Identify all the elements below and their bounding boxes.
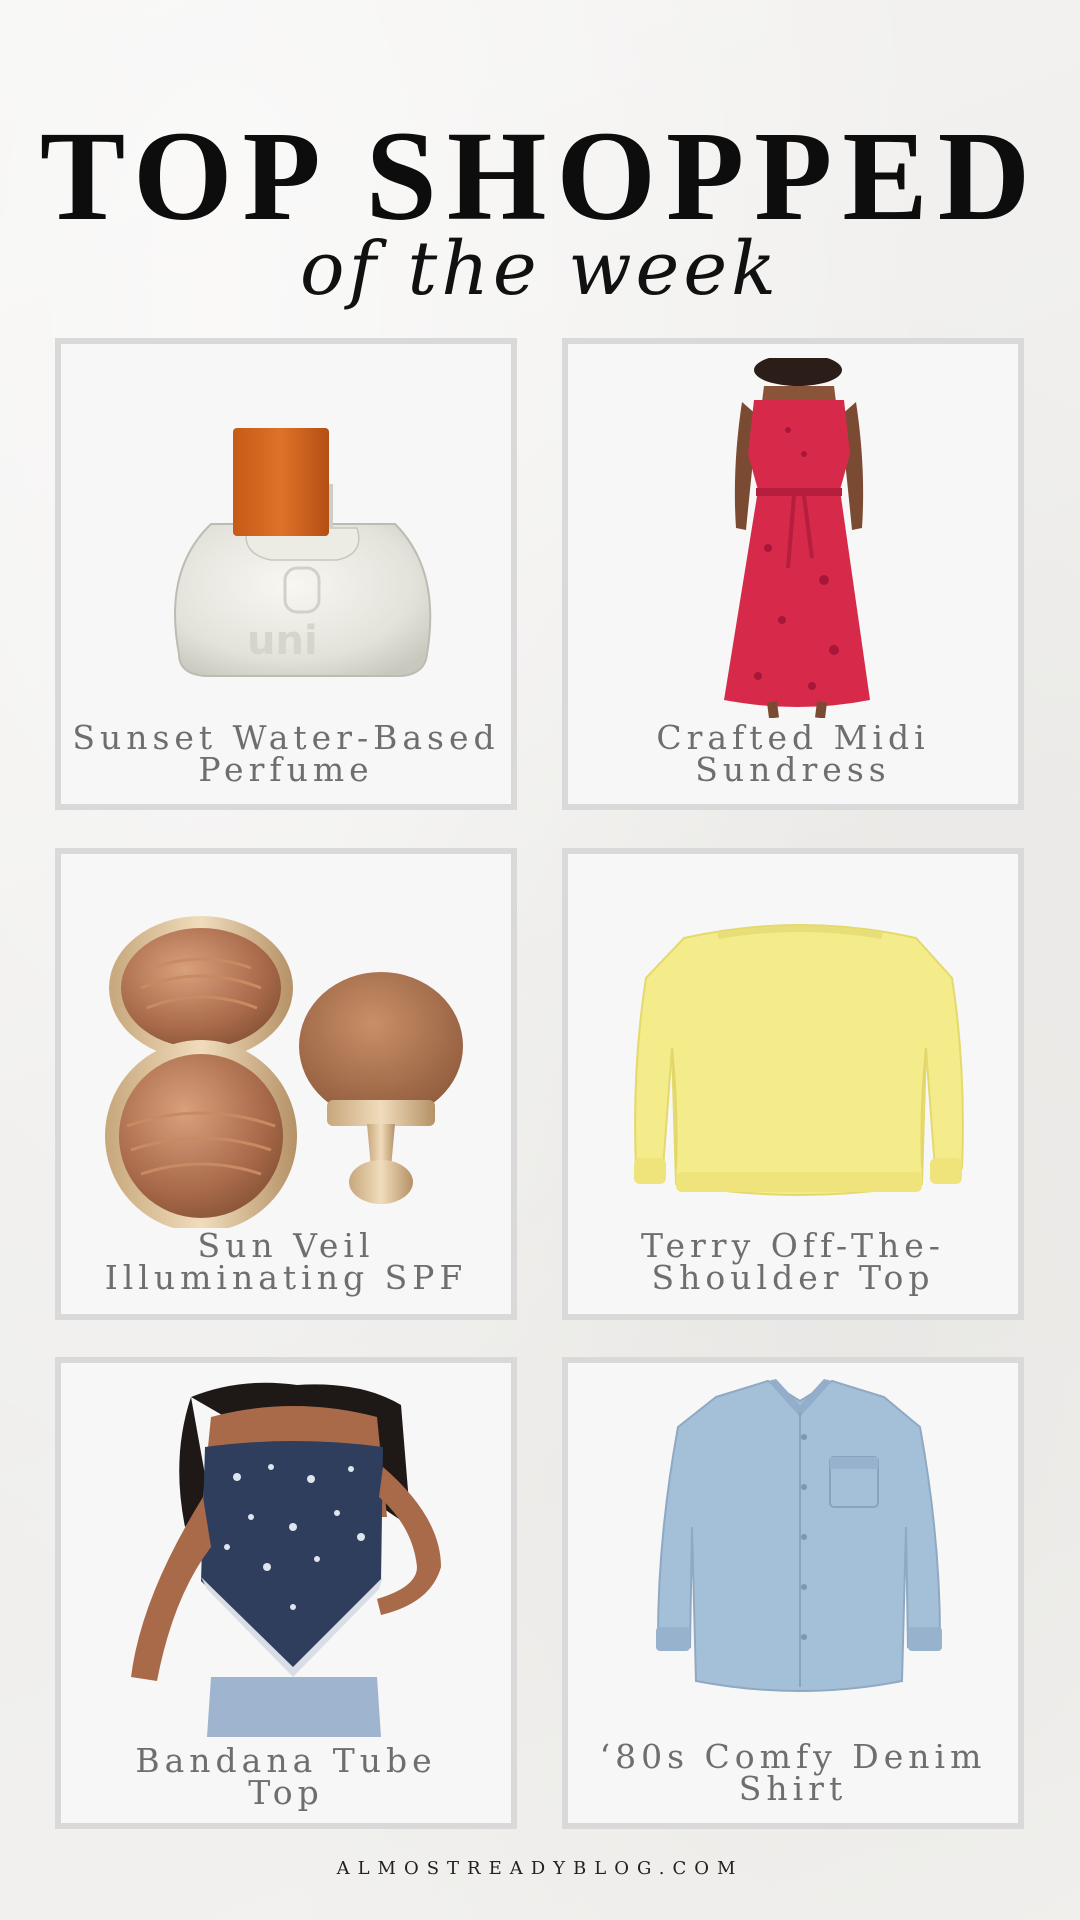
perfume-bottle-image: uni xyxy=(174,428,432,677)
product-card-bronzer[interactable]: Sun Veil Illuminating SPF xyxy=(55,848,517,1320)
yellow-sweatshirt-image xyxy=(634,924,964,1196)
red-sundress-image xyxy=(724,358,870,718)
page-subtitle: of the week xyxy=(300,226,780,312)
product-card-yellow-top[interactable]: Terry Off-The- Shoulder Top xyxy=(562,848,1024,1320)
product-card-perfume[interactable]: uni Sunset Water-Based Perfume xyxy=(55,338,517,810)
product-label[interactable]: Sun Veil Illuminating SPF xyxy=(61,1229,511,1294)
product-card-bandana-top[interactable]: Bandana Tube Top xyxy=(55,1357,517,1829)
blog-url[interactable]: ALMOSTREADYBLOG.COM xyxy=(0,1858,1080,1879)
bandana-tube-top-image xyxy=(131,1382,441,1737)
bronzer-compact-and-brush-image xyxy=(105,916,463,1228)
svg-text:uni: uni xyxy=(247,618,318,664)
product-label[interactable]: Sunset Water-Based Perfume xyxy=(61,721,511,786)
product-label[interactable]: ‘80s Comfy Denim Shirt xyxy=(568,1740,1018,1805)
page-title: TOP SHOPPED xyxy=(39,105,1041,247)
product-card-denim-shirt[interactable]: ‘80s Comfy Denim Shirt xyxy=(562,1357,1024,1829)
denim-shirt-image xyxy=(656,1379,942,1692)
product-label[interactable]: Crafted Midi Sundress xyxy=(568,721,1018,786)
product-label[interactable]: Terry Off-The- Shoulder Top xyxy=(568,1229,1018,1294)
product-card-sundress[interactable]: Crafted Midi Sundress xyxy=(562,338,1024,810)
product-label[interactable]: Bandana Tube Top xyxy=(61,1744,511,1809)
